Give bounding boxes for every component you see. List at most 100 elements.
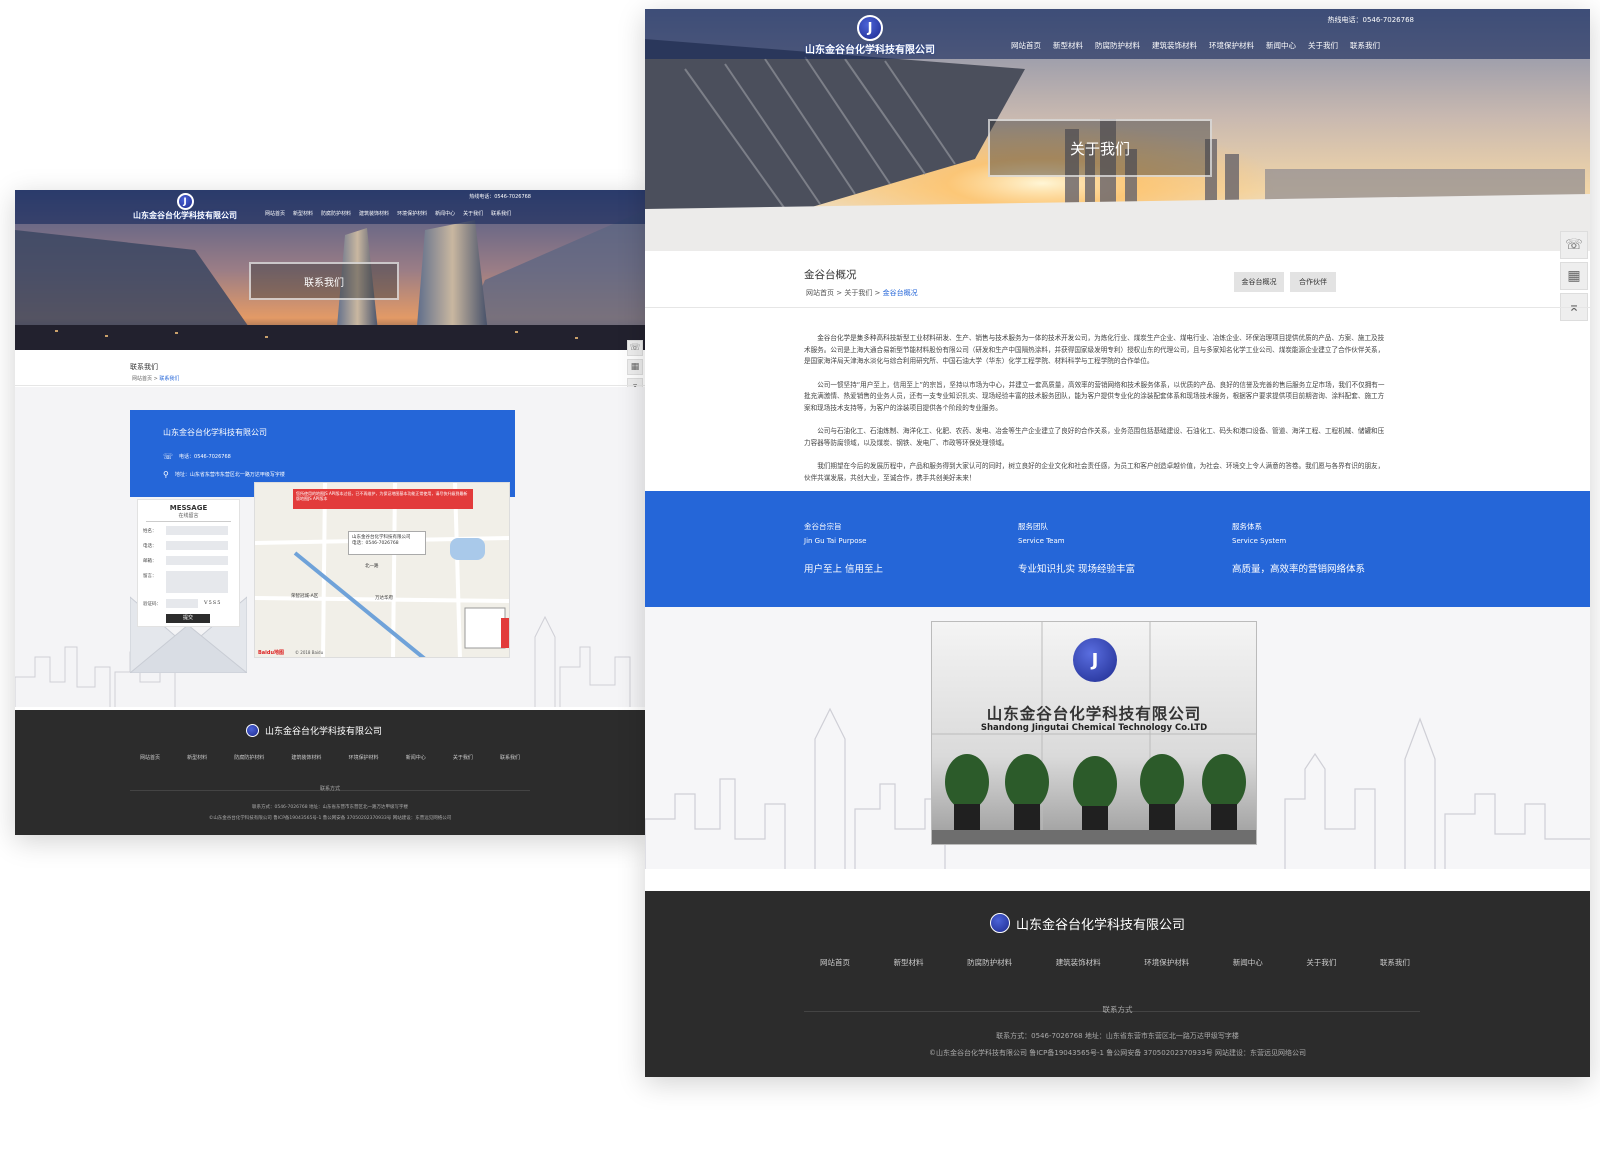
footer-nav-environmental[interactable]: 环境保护材料 bbox=[1144, 957, 1189, 968]
value-title: 金谷台宗旨 bbox=[804, 522, 842, 531]
logo-text: 山东金谷台化学科技有限公司 bbox=[133, 211, 237, 220]
footer-contact: 联系方式：0546-7026768 地址：山东省东营市东营区北一路万达甲级写字楼 bbox=[996, 1032, 1239, 1040]
nav-item-building-decoration[interactable]: 建筑装饰材料 bbox=[1152, 40, 1197, 51]
footer-company: 山东金谷台化学科技有限公司 bbox=[265, 727, 383, 737]
photo-company-english: Shandong Jingutai Chemical Technology Co… bbox=[980, 723, 1208, 733]
footer-nav-home[interactable]: 网站首页 bbox=[140, 754, 160, 761]
map-info-popup: 山东金谷台化学科技有限公司 电话：0546-7026768 bbox=[348, 531, 426, 555]
message-title: MESSAGE bbox=[169, 504, 208, 512]
breadcrumb-current[interactable]: 金谷台概况 bbox=[883, 289, 918, 297]
main-nav: J 山东金谷台化学科技有限公司 热线电话：0546-7026768 网站首页 新… bbox=[645, 9, 1590, 59]
value-subtitle: Service Team bbox=[1018, 537, 1065, 545]
about-paragraph: 公司与石油化工、石油炼制、海洋化工、化肥、农药、发电、冶金等生产企业建立了良好的… bbox=[804, 427, 1385, 447]
value-team: 服务团队 Service Team 专业知识扎实 现场经验丰富 bbox=[1018, 521, 1135, 575]
footer-nav-about[interactable]: 关于我们 bbox=[1306, 957, 1336, 968]
footer-nav-anticorrosion[interactable]: 防腐防护材料 bbox=[234, 754, 264, 761]
footer-nav-news[interactable]: 新闻中心 bbox=[1233, 957, 1263, 968]
nav-item-anticorrosion[interactable]: 防腐防护材料 bbox=[1095, 40, 1140, 51]
footer-nav-new-materials[interactable]: 新型材料 bbox=[187, 754, 207, 761]
footer-nav-about[interactable]: 关于我们 bbox=[453, 754, 473, 761]
site-footer: 山东金谷台化学科技有限公司 网站首页 新型材料 防腐防护材料 建筑装饰材料 环境… bbox=[645, 891, 1590, 1077]
breadcrumb-about[interactable]: 关于我们 bbox=[844, 289, 872, 297]
value-title: 服务团队 bbox=[1018, 522, 1048, 531]
section-header: 金谷台概况 网站首页 > 关于我们 > 金谷台概况 金谷台概况 合作伙伴 bbox=[645, 251, 1590, 308]
contact-address-row: ⚲ 地址：山东省东营市东营区北一路万达甲级写字楼 bbox=[163, 470, 285, 479]
nav-item-about[interactable]: 关于我们 bbox=[1308, 40, 1338, 51]
map-popup-phone: 电话：0546-7026768 bbox=[352, 541, 399, 546]
nav-item-about[interactable]: 关于我们 bbox=[463, 210, 483, 217]
footer-copyright: ©山东金谷台化学科技有限公司 鲁ICP备19043565号-1 鲁公网安备 37… bbox=[208, 816, 452, 821]
site-logo[interactable]: J 山东金谷台化学科技有限公司 bbox=[133, 193, 237, 221]
site-logo[interactable]: J 山东金谷台化学科技有限公司 bbox=[805, 15, 935, 56]
about-page-screenshot: J 山东金谷台化学科技有限公司 热线电话：0546-7026768 网站首页 新… bbox=[645, 9, 1590, 1077]
nav-item-home[interactable]: 网站首页 bbox=[265, 210, 285, 217]
email-label: 邮箱： bbox=[143, 559, 157, 564]
footer-nav-new-materials[interactable]: 新型材料 bbox=[894, 957, 924, 968]
phone-label: 电话： bbox=[143, 544, 157, 549]
contact-company: 山东金谷台化学科技有限公司 bbox=[163, 428, 267, 437]
nav-item-news[interactable]: 新闻中心 bbox=[435, 210, 455, 217]
logo-mark-icon bbox=[246, 724, 259, 737]
message-textarea[interactable] bbox=[166, 571, 228, 593]
message-label: 留言： bbox=[143, 574, 157, 579]
captcha-image[interactable]: V5S5 bbox=[204, 600, 221, 606]
message-envelope: MESSAGE 在线留言 姓名： 电话： 邮箱： 留言： 验证码： V5S5 提… bbox=[130, 497, 247, 673]
nav-item-contact[interactable]: 联系我们 bbox=[491, 210, 511, 217]
map-label-wanda: 万达华府 bbox=[375, 596, 393, 601]
footer-nav: 网站首页 新型材料 防腐防护材料 建筑装饰材料 环境保护材料 新闻中心 关于我们… bbox=[140, 754, 520, 761]
breadcrumb-home[interactable]: 网站首页 bbox=[806, 289, 834, 297]
nav-item-anticorrosion[interactable]: 防腐防护材料 bbox=[321, 210, 351, 217]
name-label: 姓名： bbox=[143, 529, 157, 534]
value-system: 服务体系 Service System 高质量，高效率的营销网络体系 bbox=[1232, 521, 1365, 575]
banner-title: 联系我们 bbox=[249, 262, 399, 300]
section-title: 联系我们 bbox=[130, 363, 158, 371]
baidu-map[interactable]: 您所使用的地图JS API版本过低，已不再维护，为保证地图基本功能正常使用，请尽… bbox=[254, 482, 510, 658]
tab-overview[interactable]: 金谷台概况 bbox=[1234, 272, 1284, 292]
value-subtitle: Jin Gu Tai Purpose bbox=[804, 537, 867, 545]
about-text: 金谷台化学是集多种高科技新型工业材料研发、生产、销售与技术服务为一体的技术开发公… bbox=[804, 333, 1389, 484]
submit-button[interactable]: 提交 bbox=[166, 614, 210, 623]
tab-partners[interactable]: 合作伙伴 bbox=[1290, 272, 1336, 292]
nav-item-new-materials[interactable]: 新型材料 bbox=[1053, 40, 1083, 51]
section-title: 金谷台概况 bbox=[804, 269, 857, 281]
footer-nav-building-decoration[interactable]: 建筑装饰材料 bbox=[291, 754, 321, 761]
footer-logo[interactable]: 山东金谷台化学科技有限公司 bbox=[246, 724, 382, 737]
nav-item-environmental[interactable]: 环境保护材料 bbox=[397, 210, 427, 217]
value-body: 用户至上 信用至上 bbox=[804, 564, 884, 575]
contact-page-screenshot: J 山东金谷台化学科技有限公司 热线电话：0546-7026768 网站首页 新… bbox=[15, 190, 645, 835]
map-label-ring: 荣智冠城-A区 bbox=[291, 594, 319, 599]
footer-nav-home[interactable]: 网站首页 bbox=[820, 957, 850, 968]
nav-item-building-decoration[interactable]: 建筑装饰材料 bbox=[359, 210, 389, 217]
footer-nav-environmental[interactable]: 环境保护材料 bbox=[349, 754, 379, 761]
footer-nav-contact[interactable]: 联系我们 bbox=[1380, 957, 1410, 968]
nav-item-contact[interactable]: 联系我们 bbox=[1350, 40, 1380, 51]
photo-company-name: 山东金谷台化学科技有限公司 bbox=[986, 705, 1202, 723]
nav-item-environmental[interactable]: 环境保护材料 bbox=[1209, 40, 1254, 51]
footer-nav-contact[interactable]: 联系我们 bbox=[500, 754, 520, 761]
footer-logo[interactable]: 山东金谷台化学科技有限公司 bbox=[990, 913, 1185, 933]
captcha-input[interactable] bbox=[166, 599, 198, 608]
nav-item-home[interactable]: 网站首页 bbox=[1011, 40, 1041, 51]
footer-contact-title: 联系方式 bbox=[319, 786, 340, 792]
footer-contact: 联系方式：0546-7026768 地址：山东省东营市东营区北一路万达甲级写字楼 bbox=[251, 805, 409, 810]
contact-address: 地址：山东省东营市东营区北一路万达甲级写字楼 bbox=[174, 472, 285, 478]
site-footer: 山东金谷台化学科技有限公司 网站首页 新型材料 防腐防护材料 建筑装饰材料 环境… bbox=[15, 710, 645, 835]
nav-item-news[interactable]: 新闻中心 bbox=[1266, 40, 1296, 51]
about-paragraph: 金谷台化学是集多种高科技新型工业材料研发、生产、销售与技术服务为一体的技术开发公… bbox=[804, 334, 1385, 365]
logo-mark-icon: J bbox=[176, 193, 194, 210]
breadcrumb-current[interactable]: 联系我们 bbox=[159, 376, 179, 382]
breadcrumb-home[interactable]: 网站首页 bbox=[132, 376, 152, 382]
footer-company: 山东金谷台化学科技有限公司 bbox=[1016, 917, 1186, 933]
name-input[interactable] bbox=[166, 526, 228, 535]
email-input[interactable] bbox=[166, 556, 228, 565]
footer-nav-news[interactable]: 新闻中心 bbox=[406, 754, 426, 761]
footer-nav-building-decoration[interactable]: 建筑装饰材料 bbox=[1056, 957, 1101, 968]
footer-nav-anticorrosion[interactable]: 防腐防护材料 bbox=[967, 957, 1012, 968]
map-label-beiyi: 北一路 bbox=[365, 564, 379, 569]
nav-item-new-materials[interactable]: 新型材料 bbox=[293, 210, 313, 217]
phone-input[interactable] bbox=[166, 541, 228, 550]
message-form: MESSAGE 在线留言 姓名： 电话： 邮箱： 留言： 验证码： V5S5 提… bbox=[137, 499, 240, 627]
contact-content: 山东金谷台化学科技有限公司 ☏ 电话：0546-7026768 ⚲ 地址：山东省… bbox=[15, 387, 645, 707]
footer-copyright: ©山东金谷台化学科技有限公司 鲁ICP备19043565号-1 鲁公网安备 37… bbox=[928, 1049, 1307, 1057]
values-band: 金谷台宗旨 Jin Gu Tai Purpose 用户至上 信用至上 服务团队 … bbox=[645, 491, 1590, 607]
